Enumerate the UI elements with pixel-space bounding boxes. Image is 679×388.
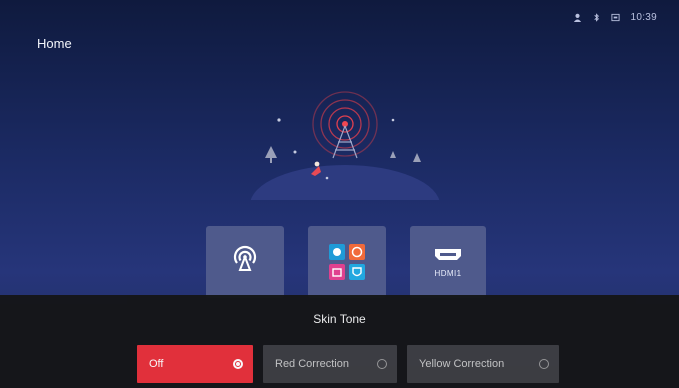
option-off-label: Off: [149, 358, 164, 370]
skin-tone-menu: Skin Tone Off Red Correction Yellow Corr…: [0, 295, 679, 388]
tile-hdmi-label: HDMI1: [434, 268, 462, 278]
bluetooth-icon: [594, 13, 600, 22]
hdmi-icon: [435, 248, 461, 260]
input-icon: [611, 13, 621, 22]
option-red-correction-label: Red Correction: [275, 358, 349, 370]
option-yellow-correction-label: Yellow Correction: [419, 358, 505, 370]
radio-selected-icon: [233, 359, 243, 369]
skin-tone-options: Off Red Correction Yellow Correction: [137, 345, 559, 383]
tile-hdmi[interactable]: HDMI1: [410, 226, 486, 298]
status-bar: 10:39: [573, 12, 657, 23]
page-title: Home: [37, 36, 72, 51]
clock-time: 10:39: [630, 12, 657, 23]
user-icon: [574, 13, 582, 22]
menu-title: Skin Tone: [313, 312, 366, 326]
radio-unselected-icon: [539, 359, 549, 369]
option-yellow-correction[interactable]: Yellow Correction: [407, 345, 559, 383]
tile-apps[interactable]: [308, 226, 386, 298]
tv-home-screen: 10:39 Home HDMI1 Skin Tone Off Red Corre…: [0, 0, 679, 388]
option-off[interactable]: Off: [137, 345, 253, 383]
network-illustration: [250, 91, 440, 200]
radio-unselected-icon: [377, 359, 387, 369]
tile-cast[interactable]: [206, 226, 284, 298]
cast-icon: [233, 245, 257, 271]
apps-grid-icon: [329, 244, 365, 280]
option-red-correction[interactable]: Red Correction: [263, 345, 397, 383]
app-tiles-row: HDMI1: [206, 226, 486, 298]
